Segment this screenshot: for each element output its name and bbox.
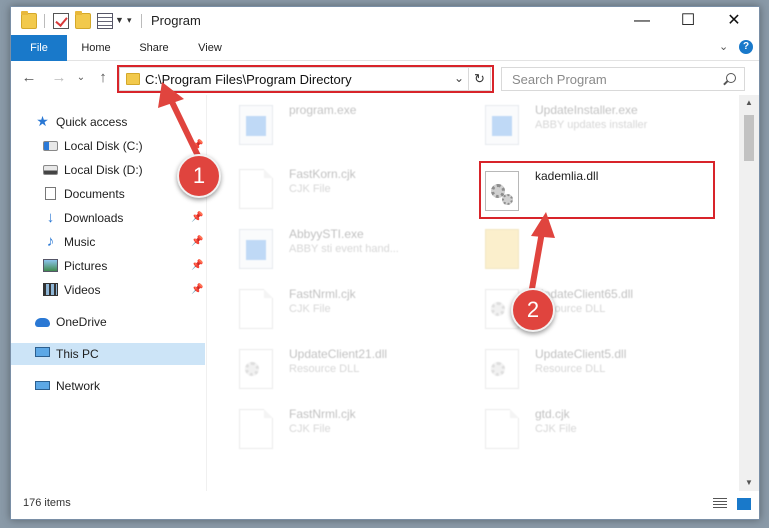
step-2-callout: 2 bbox=[511, 288, 555, 332]
annotation-arrows bbox=[158, 82, 555, 303]
arrow-to-address-bar bbox=[158, 82, 203, 163]
arrow-to-dll-file bbox=[527, 212, 555, 303]
step-1-callout: 1 bbox=[177, 154, 221, 198]
